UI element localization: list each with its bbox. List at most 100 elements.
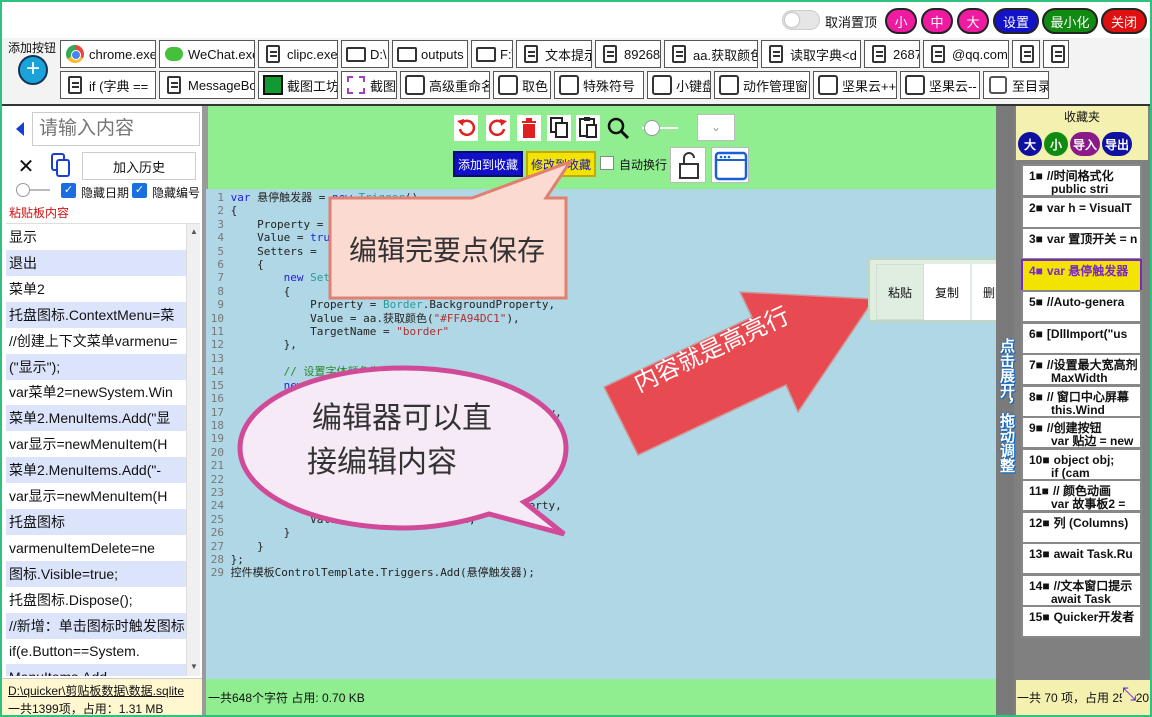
scroll-up-icon[interactable]: ▲ <box>190 227 198 236</box>
favorite-item[interactable]: 11■// 颜色动画 var 故事板2 = <box>1021 479 1142 512</box>
settings-button[interactable]: 设置 <box>993 8 1039 34</box>
toolbar-row1-button-6[interactable]: 文本提示 <box>516 40 592 68</box>
db-path[interactable]: D:\quicker\剪贴板数据\数据.sqlite <box>2 679 204 699</box>
hide-number-checkbox[interactable]: ✓ <box>132 183 147 198</box>
toolbar-row2-button-4[interactable]: 高级重命名 <box>400 71 490 99</box>
size-small-button[interactable]: 小 <box>885 8 917 34</box>
clipboard-item[interactable]: 图标.Visible=true; <box>6 560 186 587</box>
clipboard-item[interactable]: var显示=newMenuItem(H <box>6 483 186 509</box>
toolbar-row1-button-2[interactable]: clipc.exe <box>258 40 338 68</box>
left-toggle[interactable] <box>16 182 52 198</box>
favorite-item[interactable]: 4■ var 悬停触发器 <box>1021 258 1142 292</box>
favorite-item[interactable]: 6■ [DllImport("us <box>1021 321 1142 355</box>
lock-icon[interactable] <box>670 147 706 183</box>
editor-toggle[interactable] <box>642 120 680 136</box>
toolbar-row2-button-3[interactable]: 截图 <box>341 71 397 99</box>
copy-icon[interactable] <box>48 152 74 180</box>
toolbar-row1-button-0[interactable]: chrome.exe <box>60 40 156 68</box>
toolbar-row1-button-1[interactable]: WeChat.exe <box>159 40 255 68</box>
clipboard-item[interactable]: //创建上下文菜单varmenu= <box>6 328 186 354</box>
toolbar-row2-button-8[interactable]: 动作管理窗[ <box>714 71 810 99</box>
import-button[interactable]: 导入 <box>1070 132 1100 156</box>
favorite-item[interactable]: 12■ 列 (Columns) <box>1021 510 1142 544</box>
export-button[interactable]: 导出 <box>1102 132 1132 156</box>
toolbar-row1-button-12[interactable]: L <box>1012 40 1040 68</box>
clipboard-item[interactable]: if(e.Button==System. <box>6 638 186 664</box>
toolbar-row2-button-0[interactable]: if (字典 == <box>60 71 156 99</box>
size-medium-button[interactable]: 中 <box>921 8 953 34</box>
favorite-item[interactable]: 7■//设置最大宽高剂 MaxWidth <box>1021 353 1142 386</box>
toolbar-row1-button-9[interactable]: 读取字典<d <box>761 40 861 68</box>
toolbar-row1-button-4[interactable]: outputs <box>392 40 468 68</box>
delete-icon[interactable] <box>517 115 541 141</box>
toolbar-row2-button-10[interactable]: 坚果云-- <box>900 71 980 99</box>
toolbar-row1-button-5[interactable]: F:\ <box>471 40 513 68</box>
expand-strip[interactable]: 点击展开，拖动调整 <box>996 106 1015 715</box>
clear-icon[interactable]: ✕ <box>10 152 42 180</box>
favorite-item[interactable]: 5■//Auto-genera <box>1021 290 1142 323</box>
auto-wrap-checkbox[interactable] <box>600 156 614 170</box>
favorite-item[interactable]: 14■//文本窗口提示 await Task <box>1021 573 1142 607</box>
toolbar-row2-button-5[interactable]: 取色 <box>493 71 551 99</box>
toolbar-row1-button-8[interactable]: aa.获取颜色 <box>664 40 758 68</box>
window-icon[interactable] <box>711 147 749 183</box>
fav-small-button[interactable]: 小 <box>1044 132 1068 156</box>
collapse-left-icon[interactable] <box>10 114 30 144</box>
toolbar-row1-button-11[interactable]: @qq.com <box>923 40 1009 68</box>
favorite-item[interactable]: 1■//时间格式化 public stri <box>1021 164 1142 197</box>
hide-date-checkbox[interactable]: ✓ <box>61 183 76 198</box>
clipboard-item[interactable]: //新增：单击图标时触发图标 <box>6 612 186 639</box>
toolbar-row2-button-11[interactable]: 至目录 <box>983 71 1049 99</box>
toolbar-row1-button-3[interactable]: D:\ <box>341 40 389 68</box>
clipboard-item[interactable]: 退出 <box>6 249 186 276</box>
toolbar-row2-button-9[interactable]: 坚果云++ <box>813 71 897 99</box>
font-dropdown[interactable]: ⌄ <box>697 114 735 141</box>
size-large-button[interactable]: 大 <box>957 8 989 34</box>
clipboard-item[interactable]: MenuItems.Add <box>6 664 186 676</box>
clipboard-item[interactable]: 显示 <box>6 224 186 250</box>
toolbar-row1-button-13[interactable]: A <box>1043 40 1069 68</box>
clipboard-item[interactable]: varmenuItemDelete=ne <box>6 535 186 561</box>
clipboard-item[interactable]: 菜单2.MenuItems.Add("显 <box>6 405 186 432</box>
toolbar-row1-button-10[interactable]: 2687 <box>864 40 920 68</box>
clipboard-item[interactable]: 托盘图标 <box>6 508 186 535</box>
favorite-item[interactable]: 10■ object obj; if (cam <box>1021 447 1142 481</box>
undo-icon[interactable] <box>454 115 478 141</box>
pin-toggle[interactable] <box>782 10 820 30</box>
left-scrollbar[interactable]: ▲ ▼ <box>186 224 200 676</box>
clipboard-item[interactable]: 菜单2.MenuItems.Add("- <box>6 457 186 484</box>
search-input[interactable] <box>32 112 200 146</box>
scroll-down-icon[interactable]: ▼ <box>190 662 198 671</box>
redo-icon[interactable] <box>486 115 510 141</box>
toolbar-row2-button-7[interactable]: 小键盘 <box>647 71 711 99</box>
copy-text-icon[interactable] <box>547 115 571 141</box>
code-line[interactable]: 29 控件模板ControlTemplate.Triggers.Add(悬停触发… <box>208 566 968 579</box>
clipboard-item[interactable]: var菜单2=newSystem.Win <box>6 379 186 405</box>
favorite-item[interactable]: 2■ var h = VisualT <box>1021 195 1142 229</box>
search-icon[interactable] <box>605 115 631 141</box>
toolbar-row1-button-7[interactable]: 89268 <box>595 40 661 68</box>
minimize-button[interactable]: 最小化 <box>1042 8 1098 34</box>
clipboard-item[interactable]: var显示=newMenuItem(H <box>6 431 186 457</box>
toolbar-row2-button-2[interactable]: 截图工坊 <box>258 71 338 99</box>
clipboard-item[interactable]: 菜单2 <box>6 276 186 302</box>
clipboard-item[interactable]: ("显示"); <box>6 353 186 380</box>
close-button[interactable]: 关闭 <box>1101 8 1147 34</box>
favorite-item[interactable]: 3■ var 置顶开关 = n <box>1021 227 1142 260</box>
toolbar-row2-button-1[interactable]: MessageBo <box>159 71 255 99</box>
toolbar-row2-button-6[interactable]: 特殊符号 <box>554 71 644 99</box>
favorite-item[interactable]: 8■// 窗口中心屏幕 this.Wind <box>1021 384 1142 418</box>
code-line[interactable]: 28 }; <box>208 553 968 566</box>
favorite-item[interactable]: 13■ await Task.Ru <box>1021 542 1142 575</box>
copy-menu-item[interactable]: 复制 <box>924 264 970 320</box>
fav-large-button[interactable]: 大 <box>1018 132 1042 156</box>
resize-handle-icon[interactable]: ⤡ <box>1122 684 1137 705</box>
favorite-item[interactable]: 15■ Quicker开发者 <box>1021 605 1142 638</box>
paste-menu-item[interactable]: 粘贴 <box>876 264 924 320</box>
add-button-icon[interactable]: + <box>18 55 48 85</box>
paste-icon[interactable] <box>576 115 600 141</box>
clipboard-item[interactable]: 托盘图标.Dispose(); <box>6 587 186 613</box>
favorite-item[interactable]: 9■//创建按钮 var 贴边 = new <box>1021 416 1142 449</box>
clipboard-item[interactable]: 托盘图标.ContextMenu=菜 <box>6 301 186 328</box>
add-history-button[interactable]: 加入历史 <box>82 152 196 180</box>
